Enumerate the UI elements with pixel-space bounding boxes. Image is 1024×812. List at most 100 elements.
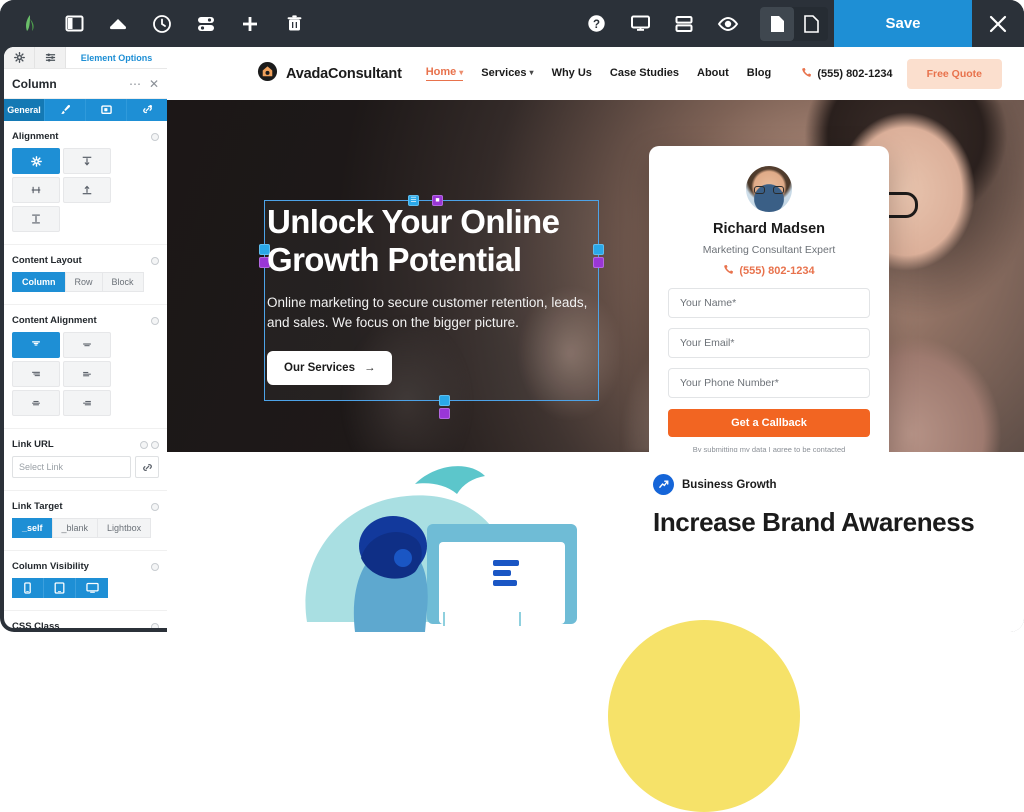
- nav-item-case-studies[interactable]: Case Studies: [610, 67, 679, 81]
- add-element-icon[interactable]: [228, 0, 272, 47]
- nav-item-label: Services: [481, 66, 527, 79]
- toolbar-left-group: [0, 0, 316, 47]
- content-alignment-buttons: [12, 332, 159, 416]
- alignment-section: Alignment: [4, 121, 167, 236]
- site-nav: Home ▾ Services ▾ Why Us Case Studies Ab…: [425, 66, 771, 81]
- avada-logo-icon[interactable]: [8, 0, 52, 47]
- card-phone[interactable]: (555) 802-1234: [668, 264, 870, 278]
- tab-design[interactable]: [45, 99, 86, 121]
- trash-icon[interactable]: [272, 0, 316, 47]
- history-icon[interactable]: [140, 0, 184, 47]
- avatar-glasses-right: [773, 186, 784, 194]
- toolbar-right-group: ? Save: [574, 0, 1024, 47]
- link-url-label: Link URL: [12, 439, 54, 450]
- content-layout-row[interactable]: Row: [64, 272, 102, 292]
- get-callback-button[interactable]: Get a Callback: [668, 409, 870, 437]
- content-align-top-center-button[interactable]: [63, 332, 111, 358]
- element-options-panel: Element Options Column ⋯ ✕ General Align…: [4, 47, 167, 628]
- alignment-flex-start-button[interactable]: [63, 148, 111, 174]
- hero-subtitle: Online marketing to secure customer rete…: [267, 294, 588, 330]
- content-layout-options: Column Row Block: [12, 272, 159, 292]
- chevron-down-icon: ▾: [529, 68, 534, 77]
- your-name-field[interactable]: Your Name*: [668, 288, 870, 318]
- alignment-buttons: [12, 148, 159, 232]
- content-layout-column[interactable]: Column: [12, 272, 65, 292]
- avatar: [746, 166, 792, 212]
- link-icon[interactable]: [135, 456, 159, 478]
- nav-item-home[interactable]: Home ▾: [425, 66, 464, 81]
- panel-settings-icon[interactable]: [4, 47, 35, 68]
- nav-item-services[interactable]: Services ▾: [481, 67, 533, 81]
- content-align-bottom-center-button[interactable]: [12, 390, 60, 416]
- header-phone-label: (555) 802-1234: [817, 67, 893, 80]
- panel-more-button[interactable]: ⋯: [129, 78, 141, 90]
- alignment-head: Alignment: [12, 131, 159, 142]
- global-options-icon[interactable]: [184, 0, 228, 47]
- selection-handle-blue-bottom[interactable]: [439, 395, 450, 406]
- layers-icon[interactable]: [96, 0, 140, 47]
- panel-close-button[interactable]: ✕: [149, 78, 159, 90]
- link-url-section: Link URL Select Link: [4, 429, 167, 482]
- column-visibility-section: Column Visibility: [4, 551, 167, 602]
- your-email-field[interactable]: Your Email*: [668, 328, 870, 358]
- brand[interactable]: AvadaConsultant: [257, 61, 402, 87]
- content-align-top-left-button[interactable]: [12, 332, 60, 358]
- tab-background[interactable]: [86, 99, 127, 121]
- content-align-top-right-button[interactable]: [12, 361, 60, 387]
- link-target-self[interactable]: _self: [12, 518, 52, 538]
- app-window: ? Save Element Options Column ⋯ ✕ Genera…: [0, 0, 1024, 632]
- mobile-icon[interactable]: [12, 578, 44, 598]
- brand-name: AvadaConsultant: [286, 65, 402, 82]
- reset-dot-icon[interactable]: [151, 440, 159, 449]
- alignment-flex-end-button[interactable]: [63, 177, 111, 203]
- help-dot-icon[interactable]: [151, 316, 159, 325]
- help-dot-icon[interactable]: [151, 502, 159, 511]
- header-phone[interactable]: (555) 802-1234: [801, 67, 893, 81]
- selection-handle-purple-bottom[interactable]: [439, 408, 450, 419]
- close-icon[interactable]: [972, 0, 1024, 47]
- column-visibility-head: Column Visibility: [12, 561, 159, 572]
- desktop-icon[interactable]: [76, 578, 108, 598]
- tablet-icon[interactable]: [44, 578, 76, 598]
- alignment-stretch-button[interactable]: [12, 206, 60, 232]
- content-align-bottom-left-button[interactable]: [63, 361, 111, 387]
- help-icon[interactable]: ?: [574, 0, 618, 47]
- nav-item-why-us[interactable]: Why Us: [552, 67, 592, 81]
- phone-icon: [801, 67, 812, 81]
- sections-icon[interactable]: [662, 0, 706, 47]
- sidebar-toggle-icon[interactable]: [52, 0, 96, 47]
- tab-general[interactable]: General: [4, 99, 45, 121]
- free-quote-button[interactable]: Free Quote: [906, 58, 1002, 89]
- badge-label: Business Growth: [682, 478, 777, 491]
- tab-extras[interactable]: [127, 99, 167, 121]
- help-dot-icon[interactable]: [151, 132, 159, 141]
- alignment-default-button[interactable]: [12, 148, 60, 174]
- card-name: Richard Madsen: [713, 221, 825, 237]
- responsive-desktop-icon[interactable]: [618, 0, 662, 47]
- hero-section: ☰ ■ Unlock Your Online Growth Potential …: [167, 100, 1024, 452]
- alignment-center-button[interactable]: [12, 177, 60, 203]
- link-target-lightbox[interactable]: Lightbox: [97, 518, 152, 538]
- css-class-label: CSS Class: [12, 621, 60, 628]
- help-dot-icon[interactable]: [151, 256, 159, 265]
- link-url-input[interactable]: Select Link: [12, 456, 131, 478]
- content-align-bottom-right-button[interactable]: [63, 390, 111, 416]
- page-outline-icon[interactable]: [794, 7, 828, 41]
- panel-sliders-icon[interactable]: [35, 47, 66, 68]
- your-phone-field[interactable]: Your Phone Number*: [668, 368, 870, 398]
- nav-item-label: Home: [425, 66, 457, 78]
- help-dot-icon[interactable]: [140, 440, 148, 449]
- nav-item-about[interactable]: About: [697, 67, 729, 81]
- help-dot-icon[interactable]: [151, 622, 159, 628]
- nav-item-blog[interactable]: Blog: [747, 67, 771, 81]
- link-url-row: Select Link: [12, 456, 159, 478]
- save-button[interactable]: Save: [834, 0, 972, 47]
- our-services-button[interactable]: Our Services →: [267, 351, 393, 386]
- content-layout-section: Content Layout Column Row Block: [4, 245, 167, 296]
- link-target-blank[interactable]: _blank: [51, 518, 98, 538]
- link-target-head: Link Target: [12, 501, 159, 512]
- help-dot-icon[interactable]: [151, 562, 159, 571]
- page-filled-icon[interactable]: [760, 6, 794, 41]
- content-layout-block[interactable]: Block: [101, 272, 144, 292]
- preview-eye-icon[interactable]: [706, 0, 750, 47]
